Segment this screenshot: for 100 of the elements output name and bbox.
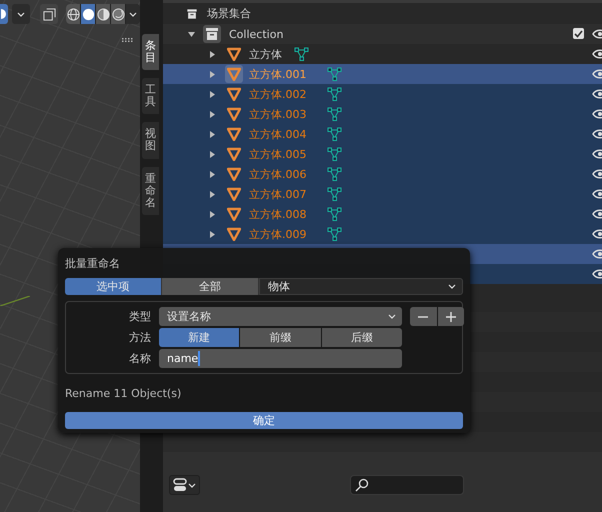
- dropdown-button[interactable]: [12, 4, 30, 24]
- mesh-object-icon: [227, 207, 241, 221]
- wireframe-sphere-icon: [66, 8, 80, 20]
- object-name: 立方体.009: [249, 226, 306, 242]
- expand-arrow-icon[interactable]: [209, 90, 216, 98]
- expand-arrow-icon[interactable]: [188, 30, 195, 38]
- sidebar-tab[interactable]: 重命名: [142, 166, 159, 215]
- mesh-data-icon: [326, 87, 342, 101]
- display-mode-button[interactable]: [169, 475, 200, 495]
- object-name: 立方体.001: [249, 66, 306, 82]
- scene-collection-label: 场景集合: [207, 6, 251, 21]
- expand-arrow-icon[interactable]: [209, 150, 216, 158]
- collection-icon: [185, 6, 199, 20]
- outliner-row[interactable]: 立方体.006: [163, 164, 602, 184]
- outliner-row[interactable]: 立方体.004: [163, 124, 602, 144]
- object-name: 立方体.006: [249, 166, 306, 182]
- mesh-data-icon: [326, 107, 342, 121]
- name-input-field[interactable]: name: [159, 349, 402, 368]
- solid-sphere-icon: [82, 8, 94, 20]
- expand-arrow-icon[interactable]: [209, 210, 216, 218]
- expand-arrow-icon[interactable]: [209, 230, 216, 238]
- expand-arrow-icon[interactable]: [209, 130, 216, 138]
- method-option[interactable]: 新建: [159, 328, 240, 347]
- mesh-data-icon: [326, 127, 342, 141]
- expand-arrow-icon[interactable]: [209, 190, 216, 198]
- rendered-sphere-icon: [112, 8, 124, 20]
- sidebar-tab[interactable]: 视图: [142, 122, 159, 159]
- method-option[interactable]: 前缀: [240, 328, 321, 347]
- chevron-icon: [388, 314, 396, 319]
- scope-tab[interactable]: 选中项: [65, 278, 162, 295]
- dialog-title: 批量重命名: [65, 256, 121, 272]
- outliner-row[interactable]: 立方体.003: [163, 104, 602, 124]
- chevron-icon: [448, 284, 456, 289]
- mesh-data-icon: [326, 67, 342, 81]
- object-name: 立方体.008: [249, 206, 306, 222]
- axis-line: [0, 296, 30, 306]
- mesh-data-icon: [326, 147, 342, 161]
- search-field[interactable]: [350, 475, 464, 495]
- mesh-object-icon: [227, 167, 241, 181]
- object-name: 立方体.004: [249, 126, 306, 142]
- collection-name: Collection: [229, 28, 284, 40]
- field-label: 名称: [128, 351, 151, 366]
- outliner-row[interactable]: 立方体.009: [163, 224, 602, 244]
- mesh-data-icon: [326, 167, 342, 181]
- xray-icon: [42, 8, 56, 20]
- viewport-mode-button[interactable]: [0, 4, 8, 24]
- field-label: 方法: [128, 330, 151, 345]
- mesh-object-icon: [227, 87, 241, 101]
- object-name: 立方体.007: [249, 186, 306, 202]
- mesh-object-icon: [227, 127, 241, 141]
- field-label: 类型: [128, 309, 151, 324]
- expand-arrow-icon[interactable]: [209, 50, 216, 58]
- plus-icon: [446, 312, 456, 322]
- expand-arrow-icon[interactable]: [209, 170, 216, 178]
- method-option[interactable]: 后缀: [322, 328, 402, 347]
- outliner-row[interactable]: 立方体.007: [163, 184, 602, 204]
- outliner-row[interactable]: 立方体.002: [163, 84, 602, 104]
- object-name: 立方体.002: [249, 86, 306, 102]
- type-dropdown[interactable]: 设置名称: [159, 307, 402, 326]
- mesh-data-icon: [326, 207, 342, 221]
- overlay-button[interactable]: [40, 4, 58, 24]
- shading-dropdown-button[interactable]: [126, 4, 140, 24]
- check-icon: [574, 30, 583, 38]
- shading-mode-button[interactable]: [111, 4, 125, 24]
- mesh-object-icon: [227, 227, 241, 241]
- outliner-row[interactable]: 立方体.001: [163, 64, 602, 84]
- summary-text: Rename 11 Object(s): [65, 386, 182, 402]
- expand-arrow-icon[interactable]: [209, 110, 216, 118]
- drag-grip-icon: [122, 38, 134, 42]
- expand-arrow-icon[interactable]: [209, 70, 216, 78]
- mesh-data-icon: [294, 47, 309, 61]
- add-button[interactable]: [438, 307, 464, 326]
- checkbox[interactable]: [573, 28, 584, 39]
- object-name: 立方体: [249, 46, 282, 62]
- data-type-dropdown[interactable]: 物体: [259, 278, 463, 295]
- mesh-data-icon: [326, 227, 342, 241]
- object-name: 立方体.005: [249, 146, 306, 162]
- outliner-row[interactable]: 立方体.005: [163, 144, 602, 164]
- chevron-icon: [129, 12, 137, 16]
- mesh-object-icon: [227, 67, 241, 81]
- mesh-object-icon: [227, 47, 241, 61]
- shading-mode-button[interactable]: [66, 4, 80, 24]
- toggle-icon: [173, 478, 187, 492]
- sidebar-tab[interactable]: 工具: [142, 78, 159, 114]
- scope-tab[interactable]: 全部: [162, 278, 259, 295]
- outliner-row[interactable]: 立方体.008: [163, 204, 602, 224]
- shading-mode-button[interactable]: [96, 4, 110, 24]
- confirm-button[interactable]: 确定: [65, 412, 463, 429]
- mesh-object-icon: [227, 187, 241, 201]
- sidebar-tab[interactable]: 条目: [142, 34, 159, 70]
- mesh-object-icon: [227, 147, 241, 161]
- search-icon: [355, 478, 369, 492]
- shading-mode-button[interactable]: [81, 4, 95, 24]
- mesh-data-icon: [326, 187, 342, 201]
- mesh-object-icon: [227, 107, 241, 121]
- collection-icon: [203, 25, 221, 43]
- material-sphere-icon: [96, 8, 110, 20]
- chevron-icon: [188, 482, 196, 488]
- chevron-icon: [17, 12, 25, 16]
- object-name: 立方体.003: [249, 106, 306, 122]
